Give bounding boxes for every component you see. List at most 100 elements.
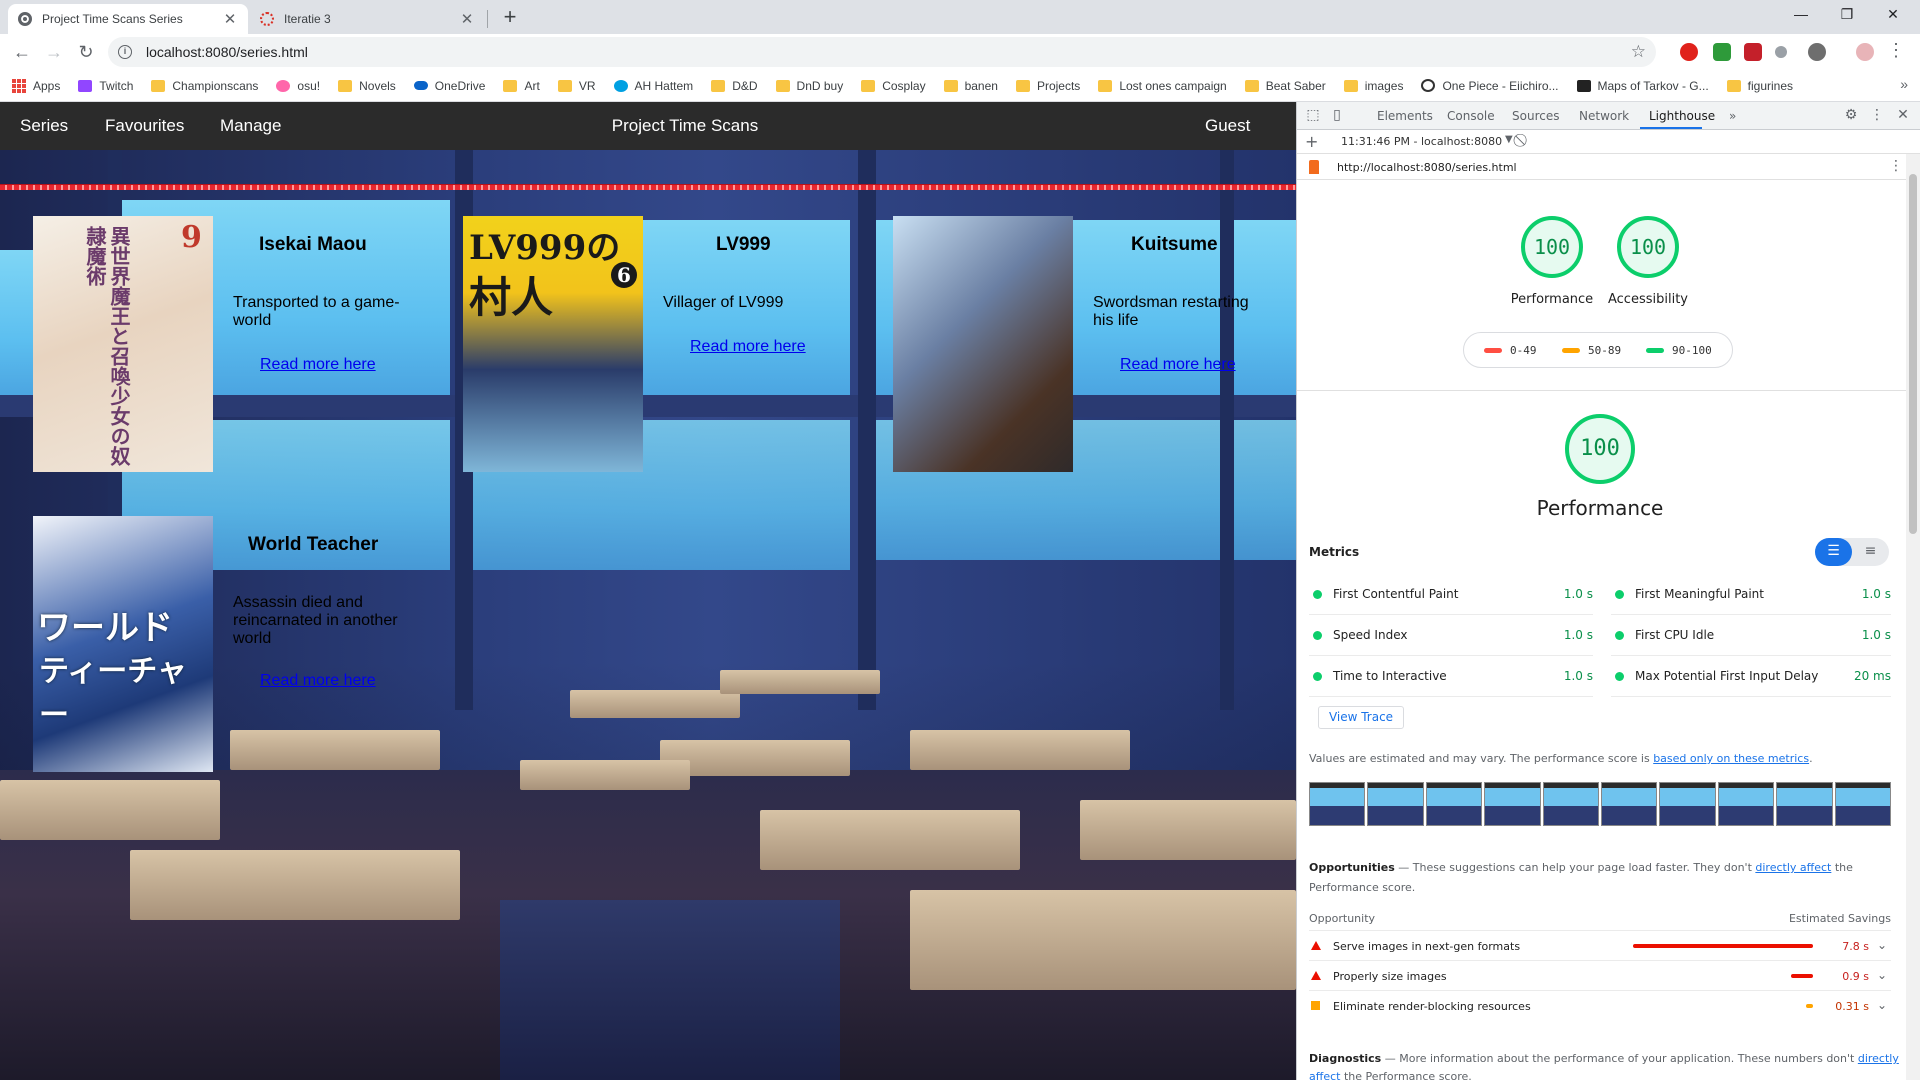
note-metrics-link[interactable]: based only on these metrics	[1653, 752, 1809, 765]
pass-dot-icon	[1313, 631, 1322, 640]
compact-view-icon[interactable]: ☰	[1815, 538, 1852, 566]
more-bookmarks-icon[interactable]: »	[1900, 76, 1908, 92]
devtools-more-tabs-icon[interactable]: »	[1729, 109, 1736, 123]
bookmark-twitch[interactable]: Twitch	[78, 79, 133, 93]
bookmark-figurines[interactable]: figurines	[1726, 79, 1793, 93]
series-cover-image[interactable]: ワールド ティーチャー	[33, 516, 213, 772]
device-toolbar-icon[interactable]: ▯	[1329, 107, 1345, 123]
chevron-down-icon[interactable]: ⌄	[1877, 968, 1887, 982]
bookmark-beat-saber[interactable]: Beat Saber	[1244, 79, 1326, 93]
bookmark-osu[interactable]: osu!	[276, 79, 320, 93]
series-read-more-link[interactable]: Read more here	[690, 338, 806, 356]
inspect-element-icon[interactable]: ⬚	[1305, 107, 1321, 123]
devtools-tab-sources[interactable]: Sources	[1512, 109, 1559, 123]
bookmark-championscans[interactable]: Championscans	[151, 79, 258, 93]
tab-iteratie-3[interactable]: Iteratie 3 ✕	[250, 4, 485, 34]
bookmark-dnd-buy[interactable]: DnD buy	[775, 79, 843, 93]
performance-score-gauge[interactable]: 100	[1521, 216, 1583, 278]
address-bar[interactable]: i localhost:8080/series.html ☆	[108, 37, 1656, 67]
new-tab-button[interactable]: +	[497, 6, 523, 30]
devtools-close-icon[interactable]: ✕	[1895, 107, 1911, 123]
settings-gear-icon[interactable]: ⚙	[1843, 107, 1859, 123]
opportunity-row[interactable]: Properly size images 0.9 s ⌄	[1309, 960, 1891, 990]
metric-name: Time to Interactive	[1333, 669, 1447, 683]
chrome-menu-icon[interactable]: ⋮	[1886, 40, 1906, 61]
extension-dot-icon[interactable]	[1775, 46, 1787, 58]
scrollbar-thumb[interactable]	[1909, 174, 1917, 534]
accessibility-score-gauge[interactable]: 100	[1617, 216, 1679, 278]
metric-name: First Meaningful Paint	[1635, 587, 1764, 601]
back-arrow-icon[interactable]: ←	[8, 38, 36, 66]
opportunities-header: Opportunities — These suggestions can he…	[1309, 858, 1899, 898]
browser-titlebar: Project Time Scans Series ✕ Iteratie 3 ✕…	[0, 0, 1920, 34]
directly-affect-link[interactable]: directly affect	[1755, 861, 1831, 874]
devtools-panel: ⬚ ▯ Elements Console Sources Network Lig…	[1296, 102, 1920, 1080]
view-trace-button[interactable]: View Trace	[1318, 706, 1404, 729]
series-title: World Teacher	[248, 534, 379, 555]
close-window-button[interactable]: ✕	[1870, 0, 1916, 30]
devtools-tab-console[interactable]: Console	[1447, 109, 1495, 123]
bookmark-images[interactable]: images	[1343, 79, 1403, 93]
bookmark-onedrive[interactable]: OneDrive	[413, 79, 485, 93]
bookmark-label: Cosplay	[882, 78, 926, 93]
maximize-button[interactable]: ❐	[1824, 0, 1870, 30]
bookmark-vr[interactable]: VR	[557, 79, 596, 93]
dropdown-arrow-icon[interactable]: ▼	[1505, 134, 1513, 145]
minimize-button[interactable]: —	[1778, 0, 1824, 30]
chevron-down-icon[interactable]: ⌄	[1877, 998, 1887, 1012]
metric-name: First CPU Idle	[1635, 628, 1715, 642]
series-cover-image[interactable]: LV999の 村人 6	[463, 216, 643, 472]
new-report-icon[interactable]: +	[1305, 132, 1318, 151]
bookmark-tarkov[interactable]: Maps of Tarkov - G...	[1576, 79, 1709, 93]
profile-avatar[interactable]	[1856, 43, 1874, 61]
site-navbar: Series Favourites Manage Project Time Sc…	[0, 102, 1296, 150]
forward-arrow-icon[interactable]: →	[40, 38, 68, 66]
chevron-down-icon[interactable]: ⌄	[1877, 938, 1887, 952]
cors-extension-icon[interactable]	[1713, 43, 1731, 61]
bookmark-apps[interactable]: Apps	[12, 78, 60, 93]
bookmark-cosplay[interactable]: Cosplay	[861, 78, 926, 93]
column-estimated-savings: Estimated Savings	[1788, 912, 1891, 925]
metrics-view-toggle[interactable]: ☰ ≡	[1815, 538, 1889, 566]
nav-user-link[interactable]: Guest	[1205, 116, 1250, 136]
opportunities-columns: Opportunity Estimated Savings	[1309, 912, 1891, 925]
reload-icon[interactable]: ↻	[72, 38, 100, 66]
bookmark-dnd[interactable]: D&D	[711, 79, 758, 93]
filmstrip-frame	[1484, 782, 1541, 826]
bookmark-one-piece[interactable]: One Piece - Eiichiro...	[1421, 79, 1559, 93]
bookmark-novels[interactable]: Novels	[338, 79, 396, 93]
tab-project-time-scans[interactable]: Project Time Scans Series ✕	[8, 4, 248, 34]
bookmark-banen[interactable]: banen	[943, 79, 998, 93]
opportunity-row[interactable]: Eliminate render-blocking resources 0.31…	[1309, 990, 1891, 1020]
opportunity-row[interactable]: Serve images in next-gen formats 7.8 s ⌄	[1309, 930, 1891, 960]
report-selector[interactable]: 11:31:46 PM - localhost:8080	[1341, 135, 1502, 148]
series-read-more-link[interactable]: Read more here	[260, 672, 376, 690]
opera-extension-icon[interactable]	[1680, 43, 1698, 61]
bookmark-art[interactable]: Art	[503, 79, 540, 93]
filmstrip	[1309, 782, 1892, 826]
series-read-more-link[interactable]: Read more here	[1120, 356, 1236, 374]
tab-close-icon[interactable]: ✕	[222, 10, 238, 28]
bookmark-ah-hattem[interactable]: AH Hattem	[613, 79, 693, 93]
series-read-more-link[interactable]: Read more here	[260, 356, 376, 374]
report-menu-icon[interactable]: ⋮	[1889, 158, 1903, 174]
pass-dot-icon	[1313, 590, 1322, 599]
expanded-view-icon[interactable]: ≡	[1852, 538, 1889, 566]
filmstrip-frame	[1776, 782, 1833, 826]
bookmark-lost-ones[interactable]: Lost ones campaign	[1098, 79, 1227, 93]
ah-logo-icon	[613, 79, 628, 92]
video-extension-icon[interactable]	[1744, 43, 1762, 61]
site-info-icon[interactable]: i	[118, 45, 132, 59]
bookmark-projects[interactable]: Projects	[1015, 79, 1080, 93]
series-cover-image[interactable]	[893, 216, 1073, 472]
devtools-menu-icon[interactable]: ⋮	[1869, 107, 1885, 123]
bookmark-star-icon[interactable]: ☆	[1631, 42, 1646, 62]
devtools-tab-elements[interactable]: Elements	[1377, 109, 1433, 123]
devtools-tab-network[interactable]: Network	[1579, 109, 1629, 123]
wappalyzer-extension-icon[interactable]	[1808, 43, 1826, 61]
osu-icon	[276, 79, 291, 92]
series-cover-image[interactable]: 9 異世界魔王と召喚少女の奴隷魔術	[33, 216, 213, 472]
devtools-tab-lighthouse[interactable]: Lighthouse	[1649, 109, 1715, 123]
tab-close-icon[interactable]: ✕	[459, 10, 475, 28]
devtools-scrollbar[interactable]	[1906, 154, 1920, 1080]
